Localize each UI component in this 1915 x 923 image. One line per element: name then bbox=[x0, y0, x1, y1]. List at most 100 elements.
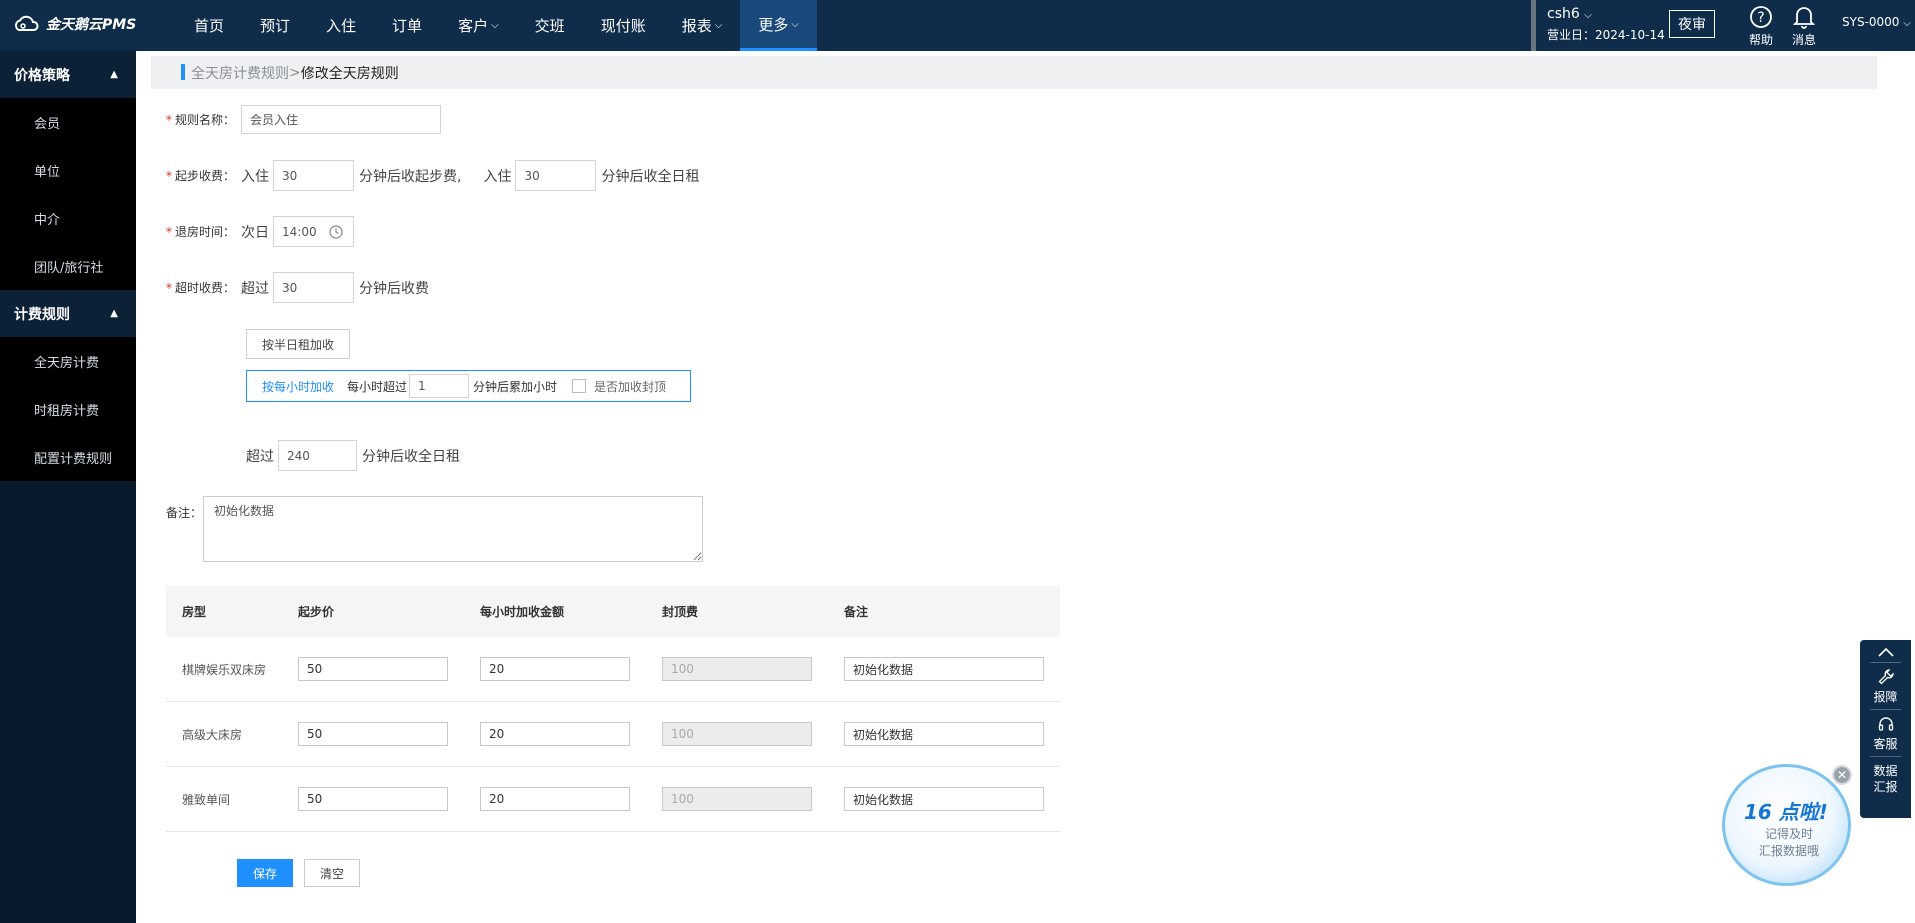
nav-item-1[interactable]: 预订 bbox=[242, 0, 308, 51]
col-header-cap: 封顶费 bbox=[662, 605, 699, 619]
help-label: 帮助 bbox=[1748, 33, 1773, 47]
svg-text:?: ? bbox=[1757, 10, 1764, 26]
overtime-minutes-input[interactable]: 30 bbox=[273, 272, 355, 303]
start-fee-suffix2: 分钟后收全日租 bbox=[601, 168, 700, 185]
row-remark-input[interactable]: 初始化数据 bbox=[844, 722, 1044, 746]
nav-item-4[interactable]: 客户 ⌵ bbox=[440, 0, 517, 51]
data-report-label-1: 数据 bbox=[1873, 764, 1898, 778]
checkout-row: * 退房时间： 次日 14:00 bbox=[166, 216, 355, 247]
cap-fee-input: 100 bbox=[662, 657, 812, 681]
breadcrumb: 全天房计费规则 > 修改全天房规则 bbox=[191, 56, 399, 89]
promo-circle bbox=[1722, 764, 1851, 886]
table-header: 房型 起步价 每小时加收金额 封顶费 备注 bbox=[166, 586, 1060, 637]
sidebar-item[interactable]: 团队/旅行社 bbox=[0, 242, 136, 290]
breadcrumb-parent-link[interactable]: 全天房计费规则 bbox=[191, 63, 289, 83]
cap-fee-input: 100 bbox=[662, 787, 812, 811]
scroll-top-button[interactable] bbox=[1860, 640, 1911, 660]
hourly-amount-input[interactable]: 20 bbox=[480, 787, 630, 811]
nav-item-0[interactable]: 首页 bbox=[176, 0, 242, 51]
sys-user-menu[interactable]: SYS-0000 ⌵ bbox=[1842, 15, 1911, 29]
sidebar-group-0[interactable]: 价格策略 ▲ bbox=[0, 51, 136, 98]
sidebar-item[interactable]: 会员 bbox=[0, 98, 136, 146]
rule-name-row: * 规则名称： 会员入住 bbox=[166, 105, 442, 134]
cap-fee-input: 100 bbox=[662, 722, 812, 746]
app-logo[interactable]: 金天鹅云PMS bbox=[12, 14, 136, 34]
start-price-input[interactable]: 50 bbox=[298, 787, 448, 811]
start-fee-label: * 起步收费： bbox=[166, 169, 236, 183]
nav-item-7[interactable]: 报表 ⌵ bbox=[664, 0, 741, 51]
hourly-amount-input[interactable]: 20 bbox=[480, 657, 630, 681]
clear-button[interactable]: 清空 bbox=[304, 859, 360, 887]
sidebar-item[interactable]: 中介 bbox=[0, 194, 136, 242]
sidebar-group-title: 计费规则 bbox=[14, 306, 70, 323]
wrench-icon bbox=[1878, 669, 1894, 685]
user-area[interactable]: csh6 ⌵ 营业日：2024-10-14 bbox=[1547, 6, 1665, 43]
sidebar-item[interactable]: 全天房计费 bbox=[0, 337, 136, 385]
full-day-threshold-input[interactable]: 240 bbox=[278, 440, 357, 471]
save-button[interactable]: 保存 bbox=[237, 859, 293, 887]
checkout-time-picker[interactable]: 14:00 bbox=[273, 216, 355, 247]
report-fault-label: 报障 bbox=[1873, 690, 1898, 704]
checkout-prefix: 次日 bbox=[241, 224, 270, 241]
sidebar-item[interactable]: 配置计费规则 bbox=[0, 433, 136, 481]
start-price-input[interactable]: 50 bbox=[298, 722, 448, 746]
nav-item-3[interactable]: 订单 bbox=[374, 0, 440, 51]
cap-fee-cell: 100 bbox=[662, 722, 844, 746]
nav-item-label: 订单 bbox=[392, 17, 423, 35]
help-button[interactable]: ? 帮助 bbox=[1743, 3, 1779, 48]
data-report-button[interactable]: 数据 汇报 bbox=[1860, 757, 1911, 795]
chevron-down-icon: ⌵ bbox=[1584, 10, 1592, 21]
full-day-row: 超过 240 分钟后收全日租 bbox=[246, 440, 460, 471]
user-name[interactable]: csh6 bbox=[1547, 6, 1580, 22]
row-remark-input[interactable]: 初始化数据 bbox=[844, 787, 1044, 811]
nav-item-label: 更多 bbox=[758, 15, 789, 34]
hourly-minutes-input[interactable]: 1 bbox=[409, 374, 470, 398]
close-icon[interactable]: ✕ bbox=[1832, 765, 1852, 785]
rule-name-input[interactable]: 会员入住 bbox=[241, 105, 442, 134]
chevron-down-icon: ⌵ bbox=[491, 20, 499, 31]
table-row: 高级大床房 50 20 100 初始化数据 bbox=[166, 702, 1060, 767]
nav-item-5[interactable]: 交班 bbox=[517, 0, 583, 51]
half-day-charge-button[interactable]: 按半日租加收 bbox=[246, 329, 350, 359]
business-date: 营业日：2024-10-14 bbox=[1547, 28, 1665, 42]
room-type-cell: 雅致单间 bbox=[182, 792, 231, 807]
cap-checkbox[interactable] bbox=[572, 379, 587, 393]
row-remark-input[interactable]: 初始化数据 bbox=[844, 657, 1044, 681]
table-row: 棋牌娱乐双床房 50 20 100 初始化数据 bbox=[166, 637, 1060, 702]
full-day-minutes-input[interactable]: 30 bbox=[515, 160, 597, 191]
customer-service-button[interactable]: 客服 bbox=[1860, 710, 1911, 752]
nav-item-2[interactable]: 入住 bbox=[308, 0, 374, 51]
nav-item-label: 报表 bbox=[681, 17, 712, 35]
bell-icon bbox=[1792, 7, 1816, 29]
sidebar-item[interactable]: 单位 bbox=[0, 146, 136, 194]
report-fault-button[interactable]: 报障 bbox=[1860, 663, 1911, 705]
sidebar-group-1[interactable]: 计费规则 ▲ bbox=[0, 290, 136, 337]
messages-button[interactable]: 消息 bbox=[1786, 3, 1822, 48]
checkout-label: * 退房时间： bbox=[166, 225, 236, 239]
chevron-down-icon: ⌵ bbox=[791, 18, 799, 30]
hourly-amount-input[interactable]: 20 bbox=[480, 722, 630, 746]
nav-item-8[interactable]: 更多 ⌵ bbox=[740, 0, 817, 51]
hourly-charge-button[interactable]: 按每小时加收 bbox=[262, 378, 334, 395]
row-remark-cell: 初始化数据 bbox=[844, 722, 1060, 746]
col-header-room-type: 房型 bbox=[182, 605, 207, 619]
night-audit-button[interactable]: 夜审 bbox=[1669, 10, 1715, 38]
breadcrumb-accent bbox=[181, 64, 185, 80]
promo-subtitle: 记得及时 汇报数据哦 bbox=[1758, 827, 1819, 858]
hourly-charge-panel: 按每小时加收 每小时超过 1 分钟后累加小时 是否加收封顶 bbox=[246, 370, 691, 402]
header-divider bbox=[1531, 0, 1536, 51]
nav-item-6[interactable]: 现付账 bbox=[583, 0, 664, 51]
cap-checkbox-wrap[interactable]: 是否加收封顶 bbox=[572, 378, 666, 395]
col-header-remark: 备注 bbox=[844, 605, 869, 619]
remark-label: 备注： bbox=[166, 506, 203, 520]
room-type-cell: 棋牌娱乐双床房 bbox=[182, 662, 267, 677]
sidebar-group-title: 价格策略 bbox=[14, 67, 70, 84]
overtime-suffix: 分钟后收费 bbox=[359, 280, 430, 297]
remark-textarea[interactable]: 初始化数据 bbox=[203, 496, 703, 562]
sidebar-item[interactable]: 时租房计费 bbox=[0, 385, 136, 433]
start-fee-minutes-input[interactable]: 30 bbox=[273, 160, 355, 191]
nav-item-label: 客户 bbox=[458, 17, 489, 35]
hourly-amount-cell: 20 bbox=[480, 657, 662, 681]
start-price-input[interactable]: 50 bbox=[298, 657, 448, 681]
headset-icon bbox=[1878, 717, 1893, 731]
